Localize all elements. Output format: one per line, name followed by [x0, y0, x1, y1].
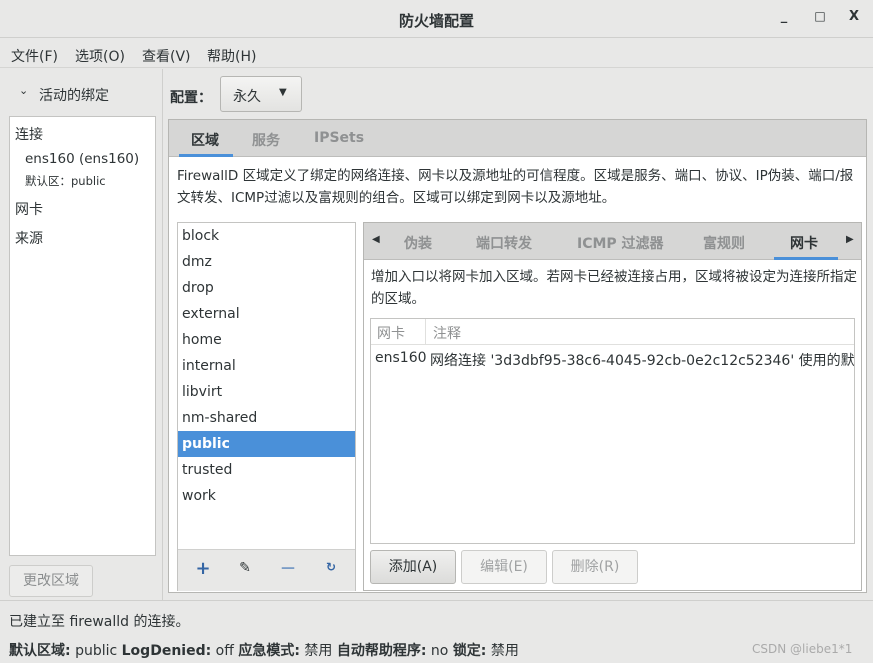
remove-zone-icon[interactable]: — — [278, 560, 298, 580]
zone-item-drop[interactable]: drop — [178, 275, 355, 301]
bindings-list: 连接 ens160 (ens160) 默认区：public 网卡 来源 — [9, 116, 156, 556]
interfaces-table: 网卡 注释 ens160 网络连接 '3d3dbf95-38c6-4045-92… — [370, 318, 855, 544]
dropdown-arrow-icon: ▼ — [279, 87, 287, 98]
panic-mode-label: 应急模式: — [238, 643, 300, 659]
config-label: 配置： — [170, 90, 212, 106]
zone-item-external[interactable]: external — [178, 301, 355, 327]
zone-item-trusted[interactable]: trusted — [178, 457, 355, 483]
minimize-button[interactable]: _ — [774, 9, 794, 29]
config-dropdown[interactable]: 永久 ▼ — [220, 76, 302, 112]
main-tab-bar: 区域 服务 IPSets — [169, 120, 866, 157]
zone-toolbar: + ✎ — ↻ — [178, 549, 355, 591]
config-value: 永久 — [233, 89, 261, 105]
watermark: CSDN @liebe1*1 — [752, 642, 853, 656]
sources-label: 来源 — [15, 231, 43, 247]
subtab-rich-rules[interactable]: 富规则 — [703, 233, 745, 253]
column-header-comment[interactable]: 注释 — [433, 323, 461, 343]
tab-zones[interactable]: 区域 — [191, 130, 219, 150]
connection-zone: 默认区：public — [25, 174, 106, 188]
maximize-button[interactable]: □ — [810, 9, 830, 29]
active-bindings-header[interactable]: 活动的绑定 — [39, 85, 109, 105]
tab-ipsets[interactable]: IPSets — [314, 130, 364, 146]
nics-label: 网卡 — [15, 202, 43, 218]
interface-cell: ens160 — [375, 350, 427, 366]
status-message: 已建立至 firewalld 的连接。 — [9, 614, 190, 630]
chevron-down-icon[interactable]: ⌄ — [19, 84, 28, 97]
default-zone-label: 默认区域: — [9, 643, 71, 659]
menu-view[interactable]: 查看(V) — [142, 46, 191, 66]
zone-item-block[interactable]: block — [178, 223, 355, 249]
add-interface-button[interactable]: 添加(A) — [370, 550, 456, 584]
logdenied-label: LogDenied: — [121, 643, 212, 659]
scroll-left-icon[interactable]: ◀ — [372, 234, 380, 245]
add-zone-icon[interactable]: + — [193, 558, 213, 579]
window-title: 防火墙配置 — [398, 12, 474, 30]
change-zone-button[interactable]: 更改区域 — [9, 565, 93, 597]
zone-item-dmz[interactable]: dmz — [178, 249, 355, 275]
main-notebook: 区域 服务 IPSets FirewallD 区域定义了绑定的网络连接、网卡以及… — [168, 119, 867, 593]
menu-bar: 文件(F) 选项(O) 查看(V) 帮助(H) — [0, 38, 873, 68]
zone-item-internal[interactable]: internal — [178, 353, 355, 379]
subtab-masquerade[interactable]: 伪装 — [404, 233, 432, 253]
comment-cell: 网络连接 '3d3dbf95-38c6-4045-92cb-0e2c12c523… — [430, 353, 854, 369]
zone-item-home[interactable]: home — [178, 327, 355, 353]
edit-interface-button[interactable]: 编辑(E) — [461, 550, 547, 584]
zone-settings-notebook: ◀ 伪装 端口转发 ICMP 过滤器 富规则 网卡 ▶ 增加入口以将网卡加入区域… — [363, 222, 862, 591]
subtab-icmp-filter[interactable]: ICMP 过滤器 — [577, 233, 664, 253]
subtab-interfaces[interactable]: 网卡 — [790, 233, 818, 253]
auto-helper-value: no — [430, 643, 449, 659]
connections-label: 连接 — [15, 127, 43, 143]
scroll-right-icon[interactable]: ▶ — [846, 234, 854, 245]
tab-services[interactable]: 服务 — [252, 130, 280, 150]
lockdown-value: 禁用 — [490, 643, 519, 659]
panic-mode-value: 禁用 — [304, 643, 333, 659]
table-header: 网卡 注释 — [371, 319, 854, 345]
connection-item[interactable]: ens160 (ens160) — [25, 151, 139, 167]
column-header-interface[interactable]: 网卡 — [377, 323, 405, 343]
zone-item-work[interactable]: work — [178, 483, 355, 509]
menu-help[interactable]: 帮助(H) — [207, 46, 256, 66]
status-bar: 已建立至 firewalld 的连接。 默认区域: public LogDeni… — [0, 600, 873, 663]
menu-options[interactable]: 选项(O) — [75, 46, 125, 66]
remove-interface-button[interactable]: 删除(R) — [552, 550, 638, 584]
column-divider — [425, 319, 426, 344]
active-subtab-indicator — [774, 257, 838, 260]
zone-settings-tab-bar: ◀ 伪装 端口转发 ICMP 过滤器 富规则 网卡 ▶ — [364, 223, 861, 260]
edit-zone-icon[interactable]: ✎ — [235, 560, 255, 580]
default-zone-value: public — [75, 643, 118, 659]
logdenied-value: off — [215, 643, 234, 659]
zone-description: FirewallD 区域定义了绑定的网络连接、网卡以及源地址的可信程度。区域是服… — [177, 168, 854, 206]
zone-item-nm-shared[interactable]: nm-shared — [178, 405, 355, 431]
zone-list: block dmz drop external home internal libvirt n… — [177, 222, 356, 591]
active-tab-indicator — [179, 154, 233, 157]
table-row[interactable]: ens160 网络连接 '3d3dbf95-38c6-4045-92cb-0e2… — [371, 346, 854, 372]
auto-helper-label: 自动帮助程序: — [336, 643, 427, 659]
subtab-port-forward[interactable]: 端口转发 — [476, 233, 532, 253]
interfaces-description: 增加入口以将网卡加入区域。若网卡已经被连接占用，区域将被设定为连接所指定的区域。 — [371, 269, 857, 307]
lockdown-label: 锁定: — [452, 643, 487, 659]
reload-zone-icon[interactable]: ↻ — [321, 560, 341, 580]
title-bar: 防火墙配置 _ □ X — [0, 0, 873, 38]
status-details: 默认区域: public LogDenied: off 应急模式: 禁用 自动帮… — [9, 640, 519, 660]
zone-item-libvirt[interactable]: libvirt — [178, 379, 355, 405]
zone-item-public[interactable]: public — [178, 431, 355, 457]
close-button[interactable]: X — [844, 9, 864, 29]
menu-file[interactable]: 文件(F) — [11, 46, 58, 66]
